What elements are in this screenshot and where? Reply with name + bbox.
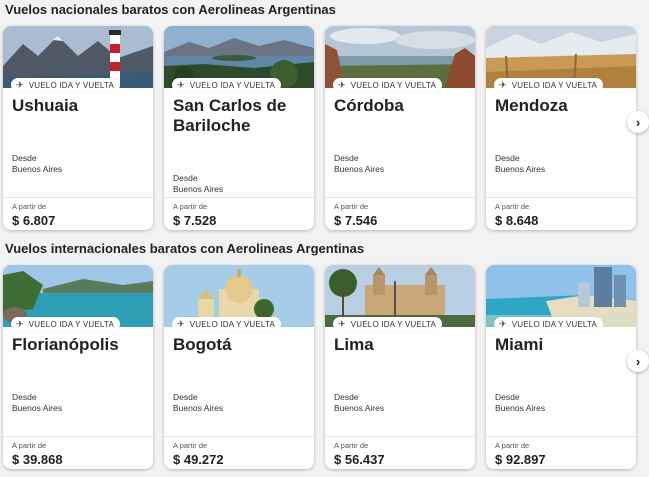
price-label: A partir de: [173, 441, 208, 450]
origin-info: Desde Buenos Aires: [334, 153, 385, 174]
round-trip-badge: ✈ VUELO IDA Y VUELTA: [172, 317, 282, 331]
plane-icon: ✈: [177, 79, 185, 90]
origin-info: Desde Buenos Aires: [334, 392, 385, 413]
price-area: A partir de $ 7.546: [325, 197, 475, 230]
destination-card-ushuaia[interactable]: ✈ VUELO IDA Y VUELTA Ushuaia Desde Bueno…: [3, 26, 153, 230]
price-area: A partir de $ 6.807: [3, 197, 153, 230]
price: $ 8.648: [495, 213, 539, 228]
destination-card-bariloche[interactable]: ✈ VUELO IDA Y VUELTA San Carlos de Baril…: [164, 26, 314, 230]
price: $ 6.807: [12, 213, 56, 228]
round-trip-badge: ✈ VUELO IDA Y VUELTA: [333, 78, 443, 92]
origin-info: Desde Buenos Aires: [495, 392, 546, 413]
city-name: Lima: [334, 335, 374, 354]
origin-info: Desde Buenos Aires: [12, 153, 63, 174]
next-international-button[interactable]: ›: [627, 350, 649, 372]
section-title: Vuelos nacionales baratos con Aerolineas…: [5, 2, 336, 17]
origin-info: Desde Buenos Aires: [495, 153, 546, 174]
round-trip-badge: ✈ VUELO IDA Y VUELTA: [333, 317, 443, 331]
price-area: A partir de $ 56.437: [325, 436, 475, 469]
city-name: Mendoza: [495, 96, 568, 115]
round-trip-badge: ✈ VUELO IDA Y VUELTA: [11, 78, 121, 92]
price-label: A partir de: [334, 202, 369, 211]
section-national-flights: Vuelos nacionales baratos con Aerolineas…: [0, 2, 649, 232]
price: $ 92.897: [495, 452, 546, 467]
round-trip-badge: ✈ VUELO IDA Y VUELTA: [494, 317, 604, 331]
plane-icon: ✈: [16, 318, 24, 329]
destination-card-cordoba[interactable]: ✈ VUELO IDA Y VUELTA Córdoba Desde Bueno…: [325, 26, 475, 230]
price: $ 7.528: [173, 213, 217, 228]
price-area: A partir de $ 92.897: [486, 436, 636, 469]
destination-card-miami[interactable]: ✈ VUELO IDA Y VUELTA Miami Desde Buenos …: [486, 265, 636, 469]
destination-card-florianopolis[interactable]: ✈ VUELO IDA Y VUELTA Florianópolis Desde…: [3, 265, 153, 469]
origin-info: Desde Buenos Aires: [173, 392, 224, 413]
destination-card-mendoza[interactable]: ✈ VUELO IDA Y VUELTA Mendoza Desde Bueno…: [486, 26, 636, 230]
origin-info: Desde Buenos Aires: [12, 392, 63, 413]
city-name: Córdoba: [334, 96, 404, 115]
plane-icon: ✈: [16, 79, 24, 90]
city-name: Bogotá: [173, 335, 232, 354]
price-label: A partir de: [173, 202, 208, 211]
destination-card-lima[interactable]: ✈ VUELO IDA Y VUELTA Lima Desde Buenos A…: [325, 265, 475, 469]
section-international-flights: Vuelos internacionales baratos con Aerol…: [0, 241, 649, 477]
city-name: San Carlos de Bariloche: [173, 96, 287, 135]
origin-info: Desde Buenos Aires: [173, 173, 224, 194]
price-label: A partir de: [495, 441, 530, 450]
price-area: A partir de $ 7.528: [164, 197, 314, 230]
price-area: A partir de $ 8.648: [486, 197, 636, 230]
destination-card-bogota[interactable]: ✈ VUELO IDA Y VUELTA Bogotá Desde Buenos…: [164, 265, 314, 469]
section-title: Vuelos internacionales baratos con Aerol…: [5, 241, 365, 256]
round-trip-badge: ✈ VUELO IDA Y VUELTA: [172, 78, 282, 92]
chevron-right-icon: ›: [635, 353, 641, 369]
city-name: Miami: [495, 335, 544, 354]
city-name: Florianópolis: [12, 335, 119, 354]
price-label: A partir de: [334, 441, 369, 450]
plane-icon: ✈: [499, 318, 507, 329]
plane-icon: ✈: [499, 79, 507, 90]
price-area: A partir de $ 39.868: [3, 436, 153, 469]
price-label: A partir de: [495, 202, 530, 211]
price: $ 7.546: [334, 213, 378, 228]
plane-icon: ✈: [177, 318, 185, 329]
price: $ 56.437: [334, 452, 385, 467]
plane-icon: ✈: [338, 318, 346, 329]
next-national-button[interactable]: ›: [627, 111, 649, 133]
price: $ 49.272: [173, 452, 224, 467]
price-area: A partir de $ 49.272: [164, 436, 314, 469]
round-trip-badge: ✈ VUELO IDA Y VUELTA: [494, 78, 604, 92]
price-label: A partir de: [12, 202, 47, 211]
city-name: Ushuaia: [12, 96, 79, 115]
price-label: A partir de: [12, 441, 47, 450]
round-trip-badge: ✈ VUELO IDA Y VUELTA: [11, 317, 121, 331]
chevron-right-icon: ›: [635, 114, 641, 130]
price: $ 39.868: [12, 452, 63, 467]
plane-icon: ✈: [338, 79, 346, 90]
